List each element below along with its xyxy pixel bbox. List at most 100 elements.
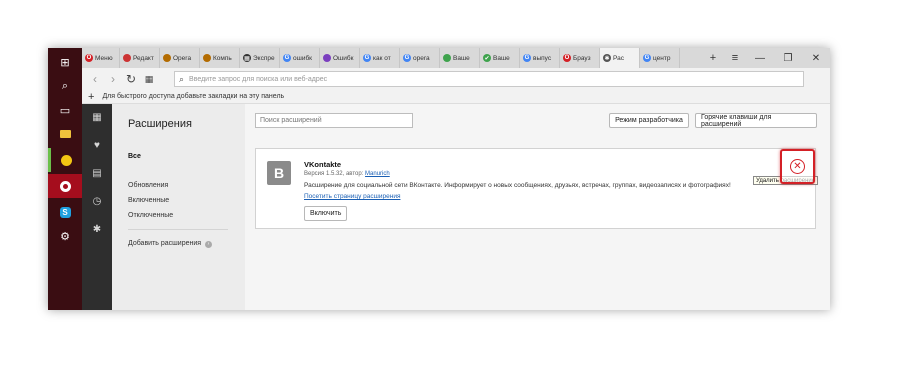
url-input[interactable]: ⌕ Введите запрос для поиска или веб-адре… bbox=[174, 71, 804, 87]
tab-label: Редакт bbox=[133, 54, 154, 62]
forward-icon[interactable]: › bbox=[104, 72, 122, 86]
windows-logo-icon[interactable]: ⊞ bbox=[48, 50, 82, 74]
version-text: Версия 1.5.32, автор: bbox=[304, 171, 364, 177]
search-icon[interactable]: ⌕ bbox=[48, 74, 82, 98]
tab-label: Ваше bbox=[453, 54, 470, 62]
extensions-icon[interactable]: ✱ bbox=[82, 224, 112, 235]
browser-tab[interactable]: Opera bbox=[160, 48, 200, 68]
extension-page-link[interactable]: Посетить страницу расширения bbox=[304, 193, 400, 200]
tab-label: центр bbox=[653, 54, 671, 62]
tab-label: Меню bbox=[95, 54, 113, 62]
opera-sidebar: ▦ ♥ ▤ ◷ ✱ bbox=[82, 104, 112, 310]
windows-taskbar: ⊞ ⌕ ▭ S ⚙ bbox=[48, 48, 82, 310]
developer-mode-button[interactable]: Режим разработчика bbox=[609, 113, 689, 128]
tab-favicon-icon: G bbox=[403, 54, 411, 62]
tab-favicon-icon: G bbox=[643, 54, 651, 62]
remove-highlight: ✕ bbox=[780, 149, 815, 184]
browser-tab[interactable]: Gошибк bbox=[280, 48, 320, 68]
bookmarks-bar: + Для быстрого доступа добавьте закладки… bbox=[82, 90, 830, 104]
tab-favicon-icon: G bbox=[523, 54, 531, 62]
extension-version: Версия 1.5.32, автор: Manurich bbox=[304, 171, 390, 177]
bookmarks-hint: Для быстрого доступа добавьте закладки н… bbox=[102, 93, 285, 100]
browser-tab[interactable]: Gopera bbox=[400, 48, 440, 68]
app-icon[interactable] bbox=[48, 148, 82, 172]
tab-label: Ваше bbox=[493, 54, 510, 62]
extension-name: VKontakte bbox=[304, 160, 342, 169]
address-bar: ‹ › ↻ ▦ ⌕ Введите запрос для поиска или … bbox=[82, 68, 830, 90]
tab-label: как от bbox=[373, 54, 391, 62]
tab-label: выпус bbox=[533, 54, 552, 62]
task-view-icon[interactable]: ▭ bbox=[48, 98, 82, 122]
extensions-main: Поиск расширений Режим разработчика Горя… bbox=[245, 104, 830, 310]
reload-icon[interactable]: ↻ bbox=[122, 72, 140, 86]
browser-tab[interactable]: O Брауз bbox=[560, 48, 600, 68]
back-icon[interactable]: ‹ bbox=[86, 72, 104, 86]
browser-window: ⊞ ⌕ ▭ S ⚙ O Меню Редакт Opera Компь ▦ Экспре Gо… bbox=[48, 48, 830, 310]
opera-menu-tab[interactable]: O Меню bbox=[82, 48, 120, 68]
add-extensions-label: Добавить расширения bbox=[128, 240, 202, 247]
close-icon[interactable]: ✕ bbox=[790, 159, 805, 174]
arrow-circle-icon: › bbox=[205, 241, 212, 248]
author-link[interactable]: Manurich bbox=[365, 171, 390, 177]
speed-dial-icon[interactable]: ▦ bbox=[140, 74, 158, 85]
tab-label: Рас bbox=[613, 54, 624, 62]
opera-icon[interactable] bbox=[48, 174, 82, 198]
browser-tab[interactable]: Gцентр bbox=[640, 48, 680, 68]
url-placeholder: Введите запрос для поиска или веб-адрес bbox=[189, 75, 328, 83]
add-bookmark-icon[interactable]: + bbox=[88, 91, 94, 103]
hotkeys-button[interactable]: Горячие клавиши для расширений bbox=[695, 113, 817, 128]
browser-tab[interactable]: ✔ Ваше bbox=[480, 48, 520, 68]
tab-label: Экспре bbox=[253, 54, 275, 62]
extension-card: B VKontakte Версия 1.5.32, автор: Manuri… bbox=[255, 148, 819, 229]
browser-tab[interactable]: Редакт bbox=[120, 48, 160, 68]
tab-favicon-icon bbox=[443, 54, 451, 62]
extensions-nav: Расширения Все Обновления Включенные Отк… bbox=[112, 104, 245, 310]
nav-disabled[interactable]: Отключенные bbox=[128, 212, 173, 219]
nav-all[interactable]: Все bbox=[128, 153, 141, 160]
extensions-search-input[interactable]: Поиск расширений bbox=[255, 113, 413, 128]
new-tab-icon[interactable]: + bbox=[702, 52, 724, 64]
browser-tab[interactable]: Ваше bbox=[440, 48, 480, 68]
nav-updates[interactable]: Обновления bbox=[128, 182, 168, 189]
tab-strip: O Меню Редакт Opera Компь ▦ Экспре Gошибк Ошибк G… bbox=[82, 48, 830, 68]
tab-label: Компь bbox=[213, 54, 232, 62]
window-controls: — ❐ ✕ bbox=[746, 48, 830, 68]
tab-label: opera bbox=[413, 54, 430, 62]
tab-favicon-icon: ✔ bbox=[483, 54, 491, 62]
browser-tab[interactable]: ▦ Экспре bbox=[240, 48, 280, 68]
settings-icon[interactable]: ⚙ bbox=[48, 224, 82, 248]
browser-tab[interactable]: ✱ Рас bbox=[600, 48, 640, 68]
browser-tab[interactable]: Компь bbox=[200, 48, 240, 68]
tab-favicon-icon: ✱ bbox=[603, 54, 611, 62]
minimize-icon[interactable]: — bbox=[746, 53, 774, 64]
tab-actions: + ≡ bbox=[702, 48, 746, 68]
tab-favicon-icon: O bbox=[85, 54, 93, 62]
tab-favicon-icon bbox=[123, 54, 131, 62]
tab-menu-icon[interactable]: ≡ bbox=[724, 52, 746, 64]
browser-tab[interactable]: Gвыпус bbox=[520, 48, 560, 68]
tab-favicon-icon: G bbox=[363, 54, 371, 62]
tab-label: Ошибк bbox=[333, 54, 354, 62]
extension-icon: B bbox=[267, 161, 291, 185]
browser-tab[interactable]: Gкак от bbox=[360, 48, 400, 68]
tab-label: Opera bbox=[173, 54, 192, 62]
nav-enabled[interactable]: Включенные bbox=[128, 197, 169, 204]
extension-description: Расширение для социальной сети ВКонтакте… bbox=[304, 182, 731, 189]
tab-favicon-icon: O bbox=[563, 54, 571, 62]
file-explorer-icon[interactable] bbox=[48, 122, 82, 146]
close-window-icon[interactable]: ✕ bbox=[802, 53, 830, 64]
tab-favicon-icon bbox=[163, 54, 171, 62]
tab-favicon-icon bbox=[203, 54, 211, 62]
enable-button[interactable]: Включить bbox=[304, 206, 348, 221]
restore-icon[interactable]: ❐ bbox=[774, 53, 802, 64]
search-icon: ⌕ bbox=[179, 73, 185, 84]
history-icon[interactable]: ◷ bbox=[82, 196, 112, 207]
tab-favicon-icon bbox=[323, 54, 331, 62]
tab-favicon-icon: ▦ bbox=[243, 54, 251, 62]
add-extensions-link[interactable]: Добавить расширения › bbox=[128, 240, 212, 248]
browser-tab[interactable]: Ошибк bbox=[320, 48, 360, 68]
heart-icon[interactable]: ♥ bbox=[82, 140, 112, 151]
news-icon[interactable]: ▤ bbox=[82, 168, 112, 179]
speed-dial-icon[interactable]: ▦ bbox=[82, 112, 112, 123]
skype-icon[interactable]: S bbox=[48, 200, 82, 224]
